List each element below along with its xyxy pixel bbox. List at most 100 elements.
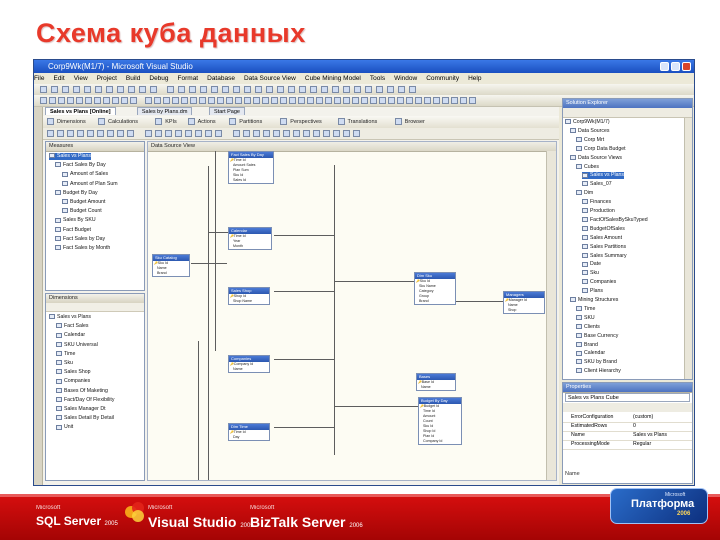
- menu-item-3[interactable]: Project: [97, 75, 117, 82]
- toolbar-icon[interactable]: [167, 86, 174, 93]
- menu-item-10[interactable]: Tools: [370, 75, 385, 82]
- toolbar-icon[interactable]: [49, 97, 56, 104]
- toolbar-icon[interactable]: [233, 86, 240, 93]
- solution-tree-item[interactable]: Client Hierarchy: [576, 368, 621, 375]
- solution-tree-item[interactable]: Sales vs Plans: [582, 172, 625, 180]
- toolbar-icon[interactable]: [154, 97, 161, 104]
- toolbar-icon[interactable]: [244, 86, 251, 93]
- toolbar-icon[interactable]: [332, 86, 339, 93]
- toolbar-icon[interactable]: [67, 97, 74, 104]
- tree-item[interactable]: Fact Budget: [55, 227, 91, 234]
- tree-item[interactable]: Sku: [56, 360, 73, 367]
- toolbar-icon[interactable]: [208, 97, 215, 104]
- maximize-button[interactable]: [671, 62, 680, 71]
- toolbar-icon[interactable]: [271, 97, 278, 104]
- menu-item-8[interactable]: Data Source View: [244, 75, 296, 82]
- solution-tree-item[interactable]: Sales Summary: [582, 253, 627, 260]
- designer-tab[interactable]: Translations: [348, 116, 378, 128]
- toolbar-icon[interactable]: [277, 86, 284, 93]
- subtoolbar-icon[interactable]: [175, 130, 182, 137]
- dsv-table[interactable]: Dim SkuSku IdSku NameCategoryGroupBrand: [414, 272, 456, 305]
- toolbar-icon[interactable]: [226, 97, 233, 104]
- subtoolbar-icon[interactable]: [303, 130, 310, 137]
- solution-tree-item[interactable]: Brand: [576, 342, 598, 349]
- dsv-table[interactable]: Budget By DayBudget IdTime IdAmountCount…: [418, 397, 462, 445]
- solution-tree-item[interactable]: Plans: [582, 288, 603, 295]
- designer-tab[interactable]: Actions: [198, 116, 216, 128]
- solution-tree-item[interactable]: Data Sources: [570, 128, 609, 135]
- toolbar-icon[interactable]: [211, 86, 218, 93]
- solution-tree-item[interactable]: FactOfSalesBySkuTyped: [582, 217, 648, 224]
- menu-item-5[interactable]: Debug: [149, 75, 168, 82]
- subtoolbar-icon[interactable]: [313, 130, 320, 137]
- subtoolbar-icon[interactable]: [47, 130, 54, 137]
- tree-item[interactable]: Sales vs Plans: [49, 153, 92, 160]
- toolbar-icon[interactable]: [51, 86, 58, 93]
- menu-item-9[interactable]: Cube Mining Model: [305, 75, 361, 82]
- menu-item-6[interactable]: Format: [178, 75, 199, 82]
- toolbar-icon[interactable]: [62, 86, 69, 93]
- toolbar-icon[interactable]: [73, 86, 80, 93]
- subtoolbar-icon[interactable]: [145, 130, 152, 137]
- document-tab[interactable]: Start Page: [209, 107, 245, 115]
- solution-tree-item[interactable]: SKU by Brand: [576, 359, 617, 366]
- toolbar-icon[interactable]: [235, 97, 242, 104]
- tree-item[interactable]: Time: [56, 351, 75, 358]
- subtoolbar-icon[interactable]: [283, 130, 290, 137]
- menu-item-11[interactable]: Window: [394, 75, 417, 82]
- toolbar-icon[interactable]: [354, 86, 361, 93]
- designer-tab[interactable]: Partitions: [239, 116, 262, 128]
- subtoolbar-icon[interactable]: [57, 130, 64, 137]
- toolbar-icon[interactable]: [334, 97, 341, 104]
- toolbar-icon[interactable]: [40, 86, 47, 93]
- toolbar-icon[interactable]: [103, 97, 110, 104]
- toolbar-icon[interactable]: [307, 97, 314, 104]
- toolbar-icon[interactable]: [397, 97, 404, 104]
- tree-item[interactable]: Amount of Sales: [62, 171, 108, 178]
- menu-item-0[interactable]: File: [34, 75, 44, 82]
- toolbar-icon[interactable]: [361, 97, 368, 104]
- subtoolbar-icon[interactable]: [353, 130, 360, 137]
- subtoolbar-icon[interactable]: [77, 130, 84, 137]
- tree-item[interactable]: Budget By Day: [55, 190, 98, 197]
- solution-tree-item[interactable]: Sales_07: [582, 181, 612, 188]
- toolbar-icon[interactable]: [163, 97, 170, 104]
- subtoolbar-icon[interactable]: [323, 130, 330, 137]
- toolbar-icon[interactable]: [299, 86, 306, 93]
- toolbar-icon[interactable]: [442, 97, 449, 104]
- subtoolbar-icon[interactable]: [107, 130, 114, 137]
- document-tab[interactable]: Sales vs Plans [Online]: [45, 107, 116, 115]
- tree-item[interactable]: Fact/Day Of Flexibility: [56, 397, 114, 404]
- solution-tree-item[interactable]: BudgetOfSales: [582, 226, 625, 233]
- menu-item-4[interactable]: Build: [126, 75, 140, 82]
- solution-tree-item[interactable]: Corp Data Budget: [576, 146, 626, 153]
- toolbar-icon[interactable]: [181, 97, 188, 104]
- toolbar-icon[interactable]: [343, 97, 350, 104]
- data-source-view-canvas[interactable]: Data Source View Fact Sales By DayTime I…: [147, 141, 557, 481]
- subtoolbar-icon[interactable]: [273, 130, 280, 137]
- dsv-table[interactable]: CompaniesCompany IdName: [228, 355, 270, 373]
- toolbar-icon[interactable]: [145, 97, 152, 104]
- subtoolbar-icon[interactable]: [195, 130, 202, 137]
- designer-tab[interactable]: Perspectives: [290, 116, 322, 128]
- toolbar-icon[interactable]: [130, 97, 137, 104]
- solution-tree-item[interactable]: Date: [582, 261, 601, 268]
- subtoolbar-icon[interactable]: [215, 130, 222, 137]
- toolbar-icon[interactable]: [139, 86, 146, 93]
- dsv-table[interactable]: Sku CatalogSku IdNameBrand: [152, 254, 190, 277]
- toolbar-icon[interactable]: [352, 97, 359, 104]
- subtoolbar-icon[interactable]: [293, 130, 300, 137]
- menu-item-13[interactable]: Help: [468, 75, 481, 82]
- subtoolbar-icon[interactable]: [117, 130, 124, 137]
- solution-tree-item[interactable]: Calendar: [576, 350, 605, 357]
- solution-tree-item[interactable]: Cubes: [576, 164, 599, 171]
- solution-tree-item[interactable]: Corp Mrt: [576, 137, 604, 144]
- dsv-vertical-scrollbar[interactable]: [546, 151, 556, 480]
- tree-item[interactable]: Fact Sales By Day: [55, 162, 106, 169]
- toolbar-icon[interactable]: [266, 86, 273, 93]
- toolbar-icon[interactable]: [199, 97, 206, 104]
- subtoolbar-icon[interactable]: [233, 130, 240, 137]
- solution-tree-item[interactable]: SKU: [576, 315, 595, 322]
- solution-tree-item[interactable]: Data Source Views: [570, 155, 622, 162]
- solution-tree-item[interactable]: Sales Partitions: [582, 244, 626, 251]
